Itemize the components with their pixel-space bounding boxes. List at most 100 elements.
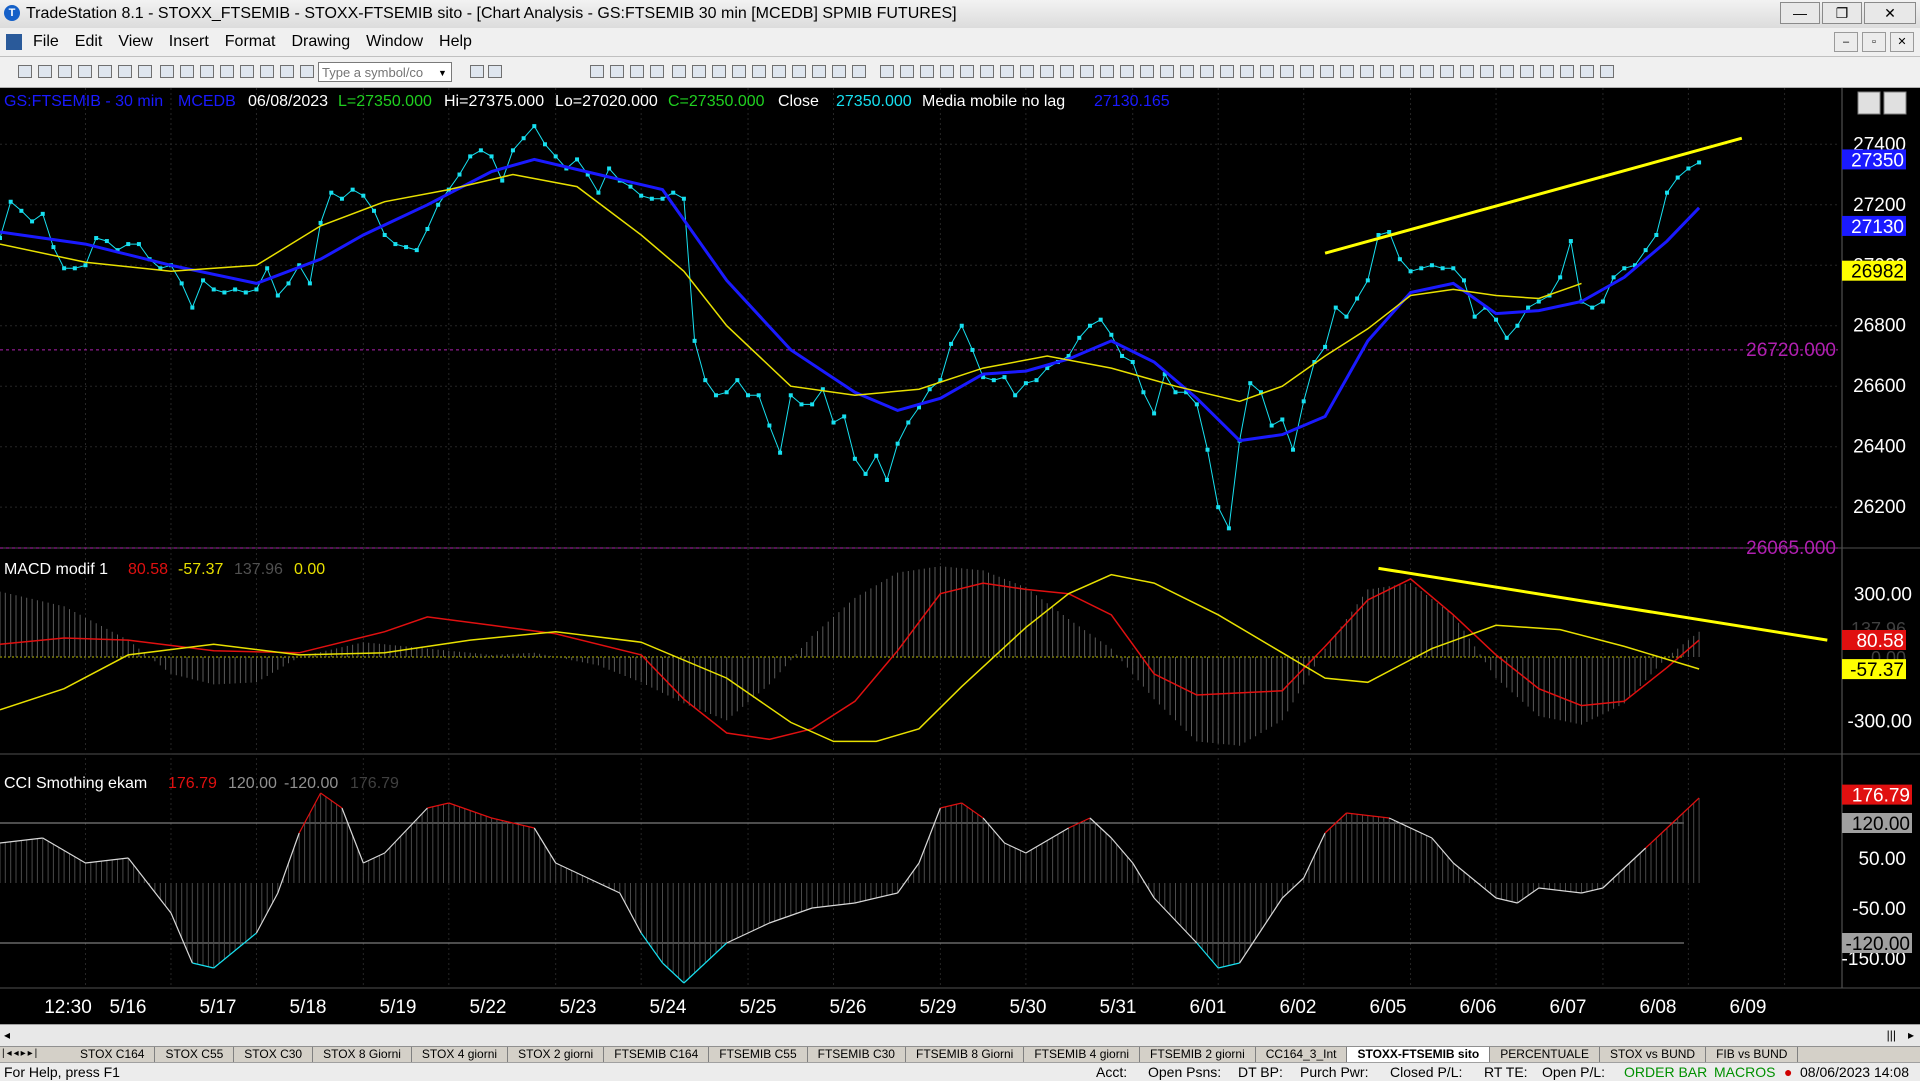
toolbar-tool-icon[interactable] [1360, 65, 1374, 78]
toolbar-tool-icon[interactable] [1160, 65, 1174, 78]
workspace-tab[interactable]: STOX vs BUND [1600, 1047, 1707, 1062]
workspace-tab[interactable]: FIB vs BUND [1706, 1047, 1799, 1062]
menu-edit[interactable]: Edit [75, 33, 103, 51]
toolbar-tool-icon[interactable] [1340, 65, 1354, 78]
workspace-tab[interactable]: FTSEMIB C55 [709, 1047, 808, 1062]
toolbar-tool-icon[interactable] [752, 65, 766, 78]
menu-file[interactable]: File [33, 33, 59, 51]
toolbar-tool-icon[interactable] [1240, 65, 1254, 78]
workspace-tab[interactable]: STOX C55 [155, 1047, 235, 1062]
toolbar-tool-icon[interactable] [1080, 65, 1094, 78]
toolbar-tool-icon[interactable] [650, 65, 664, 78]
toolbar-tool-icon[interactable] [118, 65, 132, 78]
toolbar-tool-icon[interactable] [1000, 65, 1014, 78]
toolbar-tool-icon[interactable] [900, 65, 914, 78]
toolbar-tool-icon[interactable] [732, 65, 746, 78]
mdi-restore-button[interactable]: ▫ [1862, 32, 1886, 52]
toolbar-tool-icon[interactable] [1280, 65, 1294, 78]
toolbar-tool-icon[interactable] [240, 65, 254, 78]
toolbar-tool-icon[interactable] [1380, 65, 1394, 78]
workspace-tab[interactable]: FTSEMIB C30 [808, 1047, 906, 1062]
toolbar-tool-icon[interactable] [960, 65, 974, 78]
toolbar-tool-icon[interactable] [1120, 65, 1134, 78]
toolbar-tool-icon[interactable] [1260, 65, 1274, 78]
menu-window[interactable]: Window [366, 33, 423, 51]
pane-restore-button[interactable] [1883, 91, 1907, 115]
toolbar-tool-icon[interactable] [1200, 65, 1214, 78]
toolbar-tool-icon[interactable] [488, 65, 502, 78]
toolbar-tool-icon[interactable] [300, 65, 314, 78]
toolbar-tool-icon[interactable] [1320, 65, 1334, 78]
workspace-tab[interactable]: STOX C30 [234, 1047, 314, 1062]
toolbar-tool-icon[interactable] [160, 65, 174, 78]
maximize-button[interactable]: ❐ [1822, 2, 1862, 24]
scroll-left-icon[interactable]: ◂ [4, 1028, 10, 1042]
mdi-close-button[interactable]: ✕ [1890, 32, 1914, 52]
toolbar-tool-icon[interactable] [280, 65, 294, 78]
toolbar-tool-icon[interactable] [38, 65, 52, 78]
toolbar-tool-icon[interactable] [220, 65, 234, 78]
toolbar-tool-icon[interactable] [772, 65, 786, 78]
toolbar-tool-icon[interactable] [1600, 65, 1614, 78]
toolbar-tool-icon[interactable] [692, 65, 706, 78]
toolbar-tool-icon[interactable] [880, 65, 894, 78]
chart-canvas[interactable]: 12:30 5/16 5/17 5/18 5/19 5/22 5/23 5/24 5/25 5/2… [0, 88, 1920, 1024]
horizontal-scrollbar[interactable]: ◂ ||| ▸ [0, 1024, 1920, 1047]
toolbar-tool-icon[interactable] [1520, 65, 1534, 78]
menu-format[interactable]: Format [225, 33, 276, 51]
toolbar-tool-icon[interactable] [1460, 65, 1474, 78]
toolbar-tool-icon[interactable] [200, 65, 214, 78]
toolbar-tool-icon[interactable] [920, 65, 934, 78]
toolbar-tool-icon[interactable] [260, 65, 274, 78]
toolbar-tool-icon[interactable] [1420, 65, 1434, 78]
mdi-minimize-button[interactable]: – [1834, 32, 1858, 52]
toolbar-tool-icon[interactable] [138, 65, 152, 78]
toolbar-tool-icon[interactable] [832, 65, 846, 78]
menu-help[interactable]: Help [439, 33, 472, 51]
toolbar-tool-icon[interactable] [1580, 65, 1594, 78]
toolbar-tool-icon[interactable] [1540, 65, 1554, 78]
macros-button[interactable]: MACROS [1714, 1064, 1775, 1080]
workspace-tab[interactable]: STOX C164 [70, 1047, 156, 1062]
menu-drawing[interactable]: Drawing [291, 33, 350, 51]
workspace-tab[interactable]: FTSEMIB 2 giorni [1140, 1047, 1256, 1062]
symbol-input[interactable] [318, 62, 452, 82]
pane-minimize-button[interactable] [1857, 91, 1881, 115]
workspace-tab[interactable]: FTSEMIB 8 Giorni [906, 1047, 1025, 1062]
toolbar-tool-icon[interactable] [940, 65, 954, 78]
order-bar-button[interactable]: ORDER BAR [1624, 1064, 1707, 1080]
toolbar-tool-icon[interactable] [672, 65, 686, 78]
trendline[interactable] [1324, 136, 1743, 255]
toolbar-tool-icon[interactable] [18, 65, 32, 78]
toolbar-tool-icon[interactable] [1100, 65, 1114, 78]
toolbar-tool-icon[interactable] [1480, 65, 1494, 78]
workspace-tab[interactable]: STOX 4 giorni [412, 1047, 509, 1062]
menu-insert[interactable]: Insert [169, 33, 209, 51]
workspace-tab[interactable]: STOX 2 giorni [508, 1047, 605, 1062]
menu-view[interactable]: View [118, 33, 152, 51]
toolbar-tool-icon[interactable] [98, 65, 112, 78]
scroll-right-icon[interactable]: ▸ [1908, 1028, 1914, 1042]
toolbar-tool-icon[interactable] [1300, 65, 1314, 78]
toolbar-tool-icon[interactable] [630, 65, 644, 78]
toolbar-tool-icon[interactable] [590, 65, 604, 78]
toolbar-tool-icon[interactable] [712, 65, 726, 78]
toolbar-tool-icon[interactable] [792, 65, 806, 78]
scroll-thumb-icon[interactable]: ||| [1887, 1028, 1896, 1042]
toolbar-tool-icon[interactable] [610, 65, 624, 78]
toolbar-tool-icon[interactable] [1140, 65, 1154, 78]
toolbar-tool-icon[interactable] [980, 65, 994, 78]
workspace-tab[interactable]: STOXX-FTSEMIB sito [1347, 1047, 1491, 1062]
toolbar-tool-icon[interactable] [1440, 65, 1454, 78]
chevron-down-icon[interactable]: ▼ [438, 68, 447, 78]
workspace-tab[interactable]: CC164_3_Int [1256, 1047, 1348, 1062]
toolbar-tool-icon[interactable] [58, 65, 72, 78]
toolbar-tool-icon[interactable] [1060, 65, 1074, 78]
toolbar-tool-icon[interactable] [1180, 65, 1194, 78]
workspace-tab[interactable]: STOX 8 Giorni [313, 1047, 412, 1062]
toolbar-tool-icon[interactable] [1560, 65, 1574, 78]
workspace-tab[interactable]: PERCENTUALE [1490, 1047, 1600, 1062]
workspace-tab[interactable]: FTSEMIB 4 giorni [1024, 1047, 1141, 1062]
toolbar-tool-icon[interactable] [1220, 65, 1234, 78]
toolbar-tool-icon[interactable] [1500, 65, 1514, 78]
